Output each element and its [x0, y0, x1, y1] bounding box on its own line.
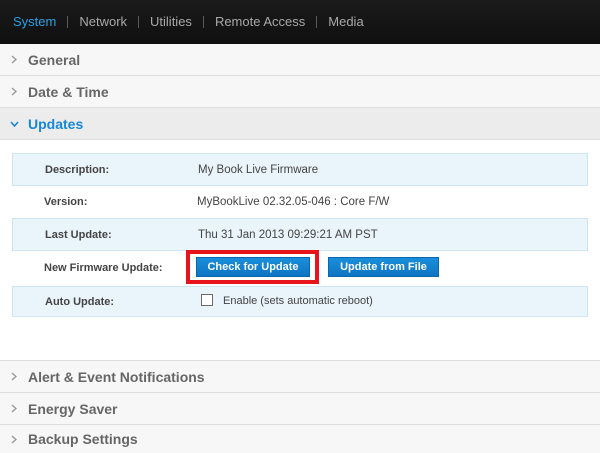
chevron-right-icon	[0, 434, 28, 444]
update-from-file-button[interactable]: Update from File	[328, 257, 439, 277]
section-backup-settings[interactable]: Backup Settings	[0, 425, 600, 453]
section-title-energy: Energy Saver	[28, 400, 118, 417]
chevron-right-icon	[0, 55, 28, 64]
last-update-label: Last Update:	[45, 228, 112, 241]
section-alert-notifications[interactable]: Alert & Event Notifications	[0, 361, 600, 393]
section-title-date-time: Date & Time	[28, 83, 109, 100]
description-label: Description:	[45, 163, 110, 176]
last-update-value: Thu 31 Jan 2013 09:29:21 AM PST	[198, 228, 378, 241]
section-energy-saver[interactable]: Energy Saver	[0, 393, 600, 425]
version-row: Version: MyBookLive 02.32.05-046 : Core …	[12, 186, 588, 218]
nav-divider	[316, 16, 318, 28]
auto-update-checkbox[interactable]	[201, 294, 213, 306]
auto-update-checkbox-label[interactable]: Enable (sets automatic reboot)	[223, 295, 373, 307]
tab-system[interactable]: System	[13, 15, 56, 29]
nav-divider	[202, 16, 204, 28]
section-title-general: General	[28, 51, 81, 68]
last-update-row: Last Update: Thu 31 Jan 2013 09:29:21 AM…	[12, 218, 588, 251]
tab-media[interactable]: Media	[328, 15, 363, 29]
version-value: MyBookLive 02.32.05-046 : Core F/W	[197, 196, 390, 208]
new-firmware-label: New Firmware Update:	[44, 261, 163, 274]
section-general[interactable]: General	[0, 44, 600, 76]
description-row: Description: My Book Live Firmware	[12, 153, 588, 186]
tab-utilities[interactable]: Utilities	[150, 15, 192, 29]
nav-divider	[67, 16, 69, 28]
section-title-alerts: Alert & Event Notifications	[28, 368, 205, 385]
chevron-right-icon	[0, 87, 28, 96]
chevron-right-icon	[0, 372, 28, 381]
top-nav: System Network Utilities Remote Access M…	[0, 0, 600, 44]
section-date-time[interactable]: Date & Time	[0, 76, 600, 108]
description-value: My Book Live Firmware	[198, 163, 319, 176]
tab-network[interactable]: Network	[79, 15, 127, 29]
highlight-box	[186, 250, 319, 284]
chevron-right-icon	[0, 404, 28, 413]
chevron-down-icon	[0, 120, 28, 127]
section-title-backup: Backup Settings	[28, 431, 138, 447]
version-label: Version:	[44, 196, 88, 208]
auto-update-label: Auto Update:	[45, 295, 115, 308]
section-updates[interactable]: Updates	[0, 108, 600, 140]
nav-divider	[138, 16, 140, 28]
section-title-updates: Updates	[28, 115, 84, 132]
tab-remote-access[interactable]: Remote Access	[215, 15, 305, 29]
